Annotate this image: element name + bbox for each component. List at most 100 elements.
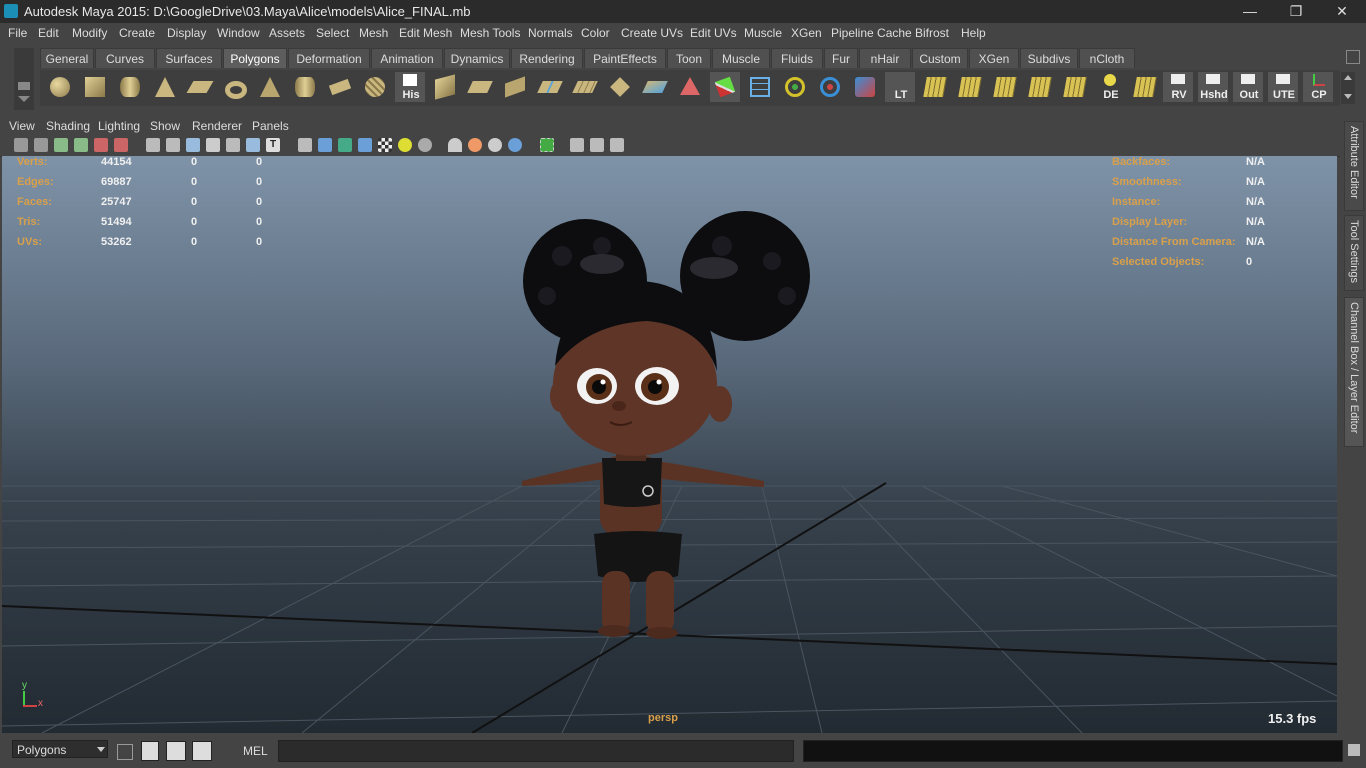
gate-mask-icon[interactable] <box>206 138 220 152</box>
menu-edit[interactable]: Edit <box>38 26 59 40</box>
shelf-tab-ncloth[interactable]: nCloth <box>1079 48 1135 68</box>
shelf-tab-surfaces[interactable]: Surfaces <box>156 48 222 68</box>
bookmarks-icon[interactable] <box>54 138 68 152</box>
out-button[interactable]: Out <box>1233 72 1263 102</box>
menu-bifrost[interactable]: Bifrost <box>915 26 949 40</box>
bridge-icon[interactable] <box>465 72 495 102</box>
isolate-select-icon[interactable] <box>540 138 554 152</box>
shelf-side-handle[interactable] <box>14 48 34 110</box>
menu-window[interactable]: Window <box>217 26 260 40</box>
menu-muscle[interactable]: Muscle <box>744 26 782 40</box>
tab-channel-box-layer-editor[interactable]: Channel Box / Layer Editor <box>1344 297 1364 447</box>
ambient-occlusion-icon[interactable] <box>448 138 462 152</box>
viewport-menu-panels[interactable]: Panels <box>252 119 289 133</box>
grid-icon[interactable] <box>146 138 160 152</box>
poly-pipe-icon[interactable] <box>290 72 320 102</box>
menu-set-dropdown[interactable]: Polygons <box>12 740 108 758</box>
character-model[interactable] <box>522 211 810 639</box>
smooth-shade-icon[interactable] <box>318 138 332 152</box>
menu-create-uvs[interactable]: Create UVs <box>621 26 683 40</box>
uv-unfold-icon[interactable] <box>1060 72 1090 102</box>
bevel-icon[interactable] <box>640 72 670 102</box>
split-polygon-icon[interactable] <box>535 72 565 102</box>
tab-attribute-editor[interactable]: Attribute Editor <box>1344 121 1364 211</box>
shelf-tab-fluids[interactable]: Fluids <box>771 48 823 68</box>
shelf-tab-deformation[interactable]: Deformation <box>288 48 370 68</box>
image-plane-icon[interactable] <box>74 138 88 152</box>
shelf-scroll[interactable] <box>1341 72 1355 104</box>
2d-pan-zoom-icon[interactable] <box>114 138 128 152</box>
merge-vertex-icon[interactable] <box>605 72 635 102</box>
scroll-down-icon[interactable] <box>1344 94 1352 99</box>
paint-brush-icon[interactable] <box>710 72 740 102</box>
restore-button[interactable]: ❐ <box>1273 0 1319 23</box>
light-tool-icon[interactable]: LT <box>885 72 915 102</box>
viewport-menu-show[interactable]: Show <box>150 119 180 133</box>
uv-editor-icon[interactable] <box>920 72 950 102</box>
uv-cut-icon[interactable] <box>990 72 1020 102</box>
poly-helix-icon[interactable] <box>325 72 355 102</box>
poly-cone-icon[interactable] <box>150 72 180 102</box>
anti-aliasing-icon[interactable] <box>488 138 502 152</box>
script-editor-icon[interactable] <box>141 741 159 761</box>
history-icon[interactable]: His <box>395 72 425 102</box>
menu-create[interactable]: Create <box>119 26 155 40</box>
mel-label[interactable]: MEL <box>243 744 268 758</box>
shelf-arrow-icon[interactable] <box>18 96 30 102</box>
close-button[interactable]: ✕ <box>1319 0 1365 23</box>
wireframe-icon[interactable] <box>298 138 312 152</box>
shelf-tab-fur[interactable]: Fur <box>824 48 858 68</box>
insert-edge-loop-icon[interactable] <box>570 72 600 102</box>
xray-active-components-icon[interactable] <box>610 138 624 152</box>
menu-modify[interactable]: Modify <box>72 26 107 40</box>
ute-button[interactable]: UTE <box>1268 72 1298 102</box>
transform-tool-icon[interactable] <box>850 72 880 102</box>
script-editor-button-icon[interactable] <box>1348 744 1360 756</box>
lightbulb-de-icon[interactable]: DE <box>1095 72 1125 102</box>
menu-file[interactable]: File <box>8 26 27 40</box>
resolution-gate-icon[interactable] <box>186 138 200 152</box>
perspective-viewport[interactable]: Verts: Edges: Faces: Tris: UVs: 44154 69… <box>2 156 1337 733</box>
shelf-tab-toon[interactable]: Toon <box>667 48 711 68</box>
shelf-tab-rendering[interactable]: Rendering <box>511 48 583 68</box>
shelf-tab-muscle[interactable]: Muscle <box>712 48 770 68</box>
shelf-tab-custom[interactable]: Custom <box>912 48 968 68</box>
outliner-icon[interactable] <box>166 741 186 761</box>
viewport-menu-shading[interactable]: Shading <box>46 119 90 133</box>
grease-pencil-icon[interactable] <box>94 138 108 152</box>
safe-title-icon[interactable]: T <box>266 138 280 152</box>
shelf-tab-polygons[interactable]: Polygons <box>223 48 287 68</box>
shelf-tab-painteffects[interactable]: PaintEffects <box>584 48 666 68</box>
shelf-tab-dynamics[interactable]: Dynamics <box>444 48 510 68</box>
viewport-menu-view[interactable]: View <box>9 119 35 133</box>
textured-icon[interactable] <box>358 138 372 152</box>
uv-planar-icon[interactable] <box>955 72 985 102</box>
field-chart-icon[interactable] <box>226 138 240 152</box>
snap-icon[interactable] <box>117 744 133 760</box>
poly-sphere-icon[interactable] <box>45 72 75 102</box>
camera-attributes-icon[interactable] <box>34 138 48 152</box>
hshd-button[interactable]: Hshd <box>1198 72 1228 102</box>
menu-assets[interactable]: Assets <box>269 26 305 40</box>
film-gate-icon[interactable] <box>166 138 180 152</box>
tab-tool-settings[interactable]: Tool Settings <box>1344 215 1364 291</box>
xray-joints-icon[interactable] <box>590 138 604 152</box>
menu-help[interactable]: Help <box>961 26 986 40</box>
rv-button[interactable]: RV <box>1163 72 1193 102</box>
shelf-tab-xgen[interactable]: XGen <box>969 48 1019 68</box>
menu-pipeline-cache[interactable]: Pipeline Cache <box>831 26 912 40</box>
scroll-up-icon[interactable] <box>1344 75 1352 80</box>
layers-icon[interactable] <box>192 741 212 761</box>
menu-xgen[interactable]: XGen <box>791 26 822 40</box>
trash-icon[interactable] <box>1346 50 1360 64</box>
poly-soccer-ball-icon[interactable] <box>360 72 390 102</box>
menu-edit-uvs[interactable]: Edit UVs <box>690 26 737 40</box>
sculpt-geometry-icon[interactable] <box>675 72 705 102</box>
cp-button[interactable]: CP <box>1303 72 1333 102</box>
safe-action-icon[interactable] <box>246 138 260 152</box>
menu-mesh[interactable]: Mesh <box>359 26 388 40</box>
wireframe-cube-icon[interactable] <box>745 72 775 102</box>
shelf-tab-subdivs[interactable]: Subdivs <box>1020 48 1078 68</box>
poly-cube-icon[interactable] <box>80 72 110 102</box>
mel-command-input[interactable] <box>278 740 794 762</box>
